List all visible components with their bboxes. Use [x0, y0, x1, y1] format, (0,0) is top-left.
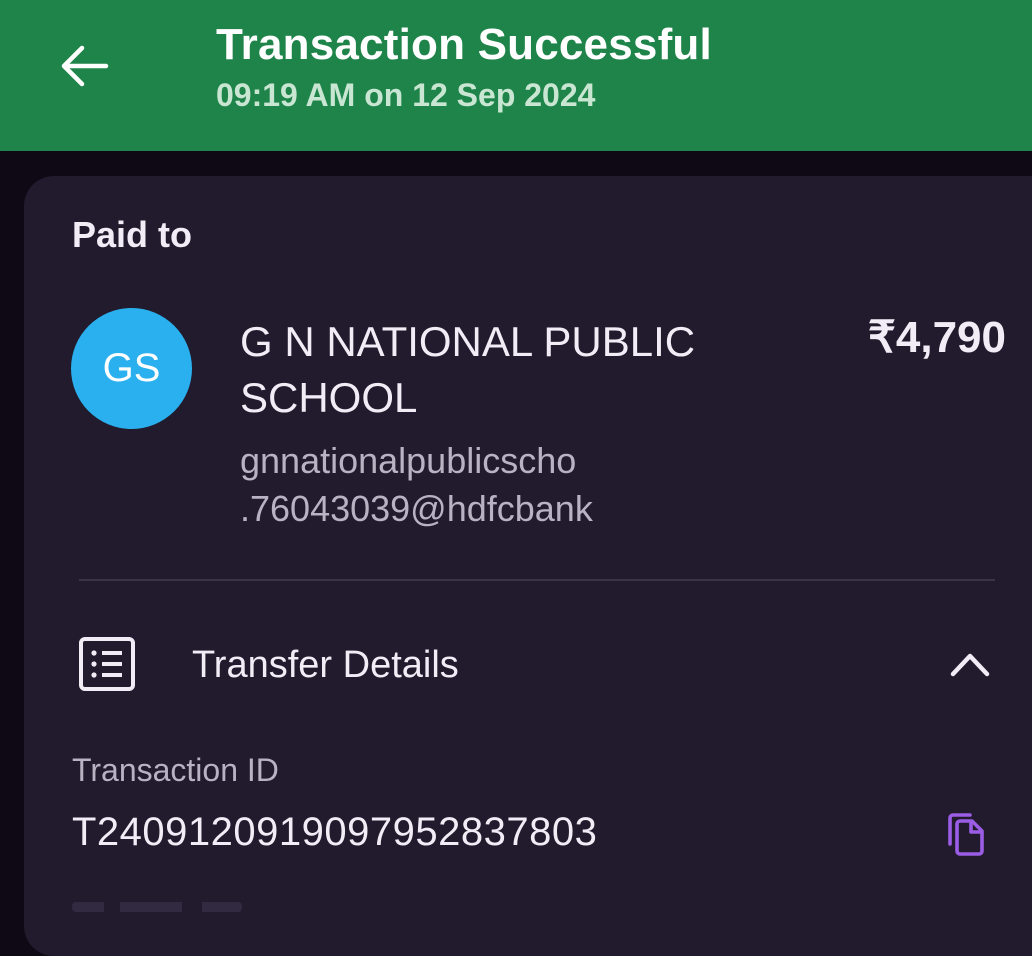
transfer-details-toggle[interactable]: Transfer Details — [24, 610, 1032, 720]
transaction-timestamp: 09:19 AM on 12 Sep 2024 — [216, 77, 596, 113]
divider — [79, 579, 995, 581]
arrow-left-icon — [61, 45, 109, 87]
avatar-initials: GS — [102, 346, 161, 390]
next-field-label-clipped — [72, 896, 272, 912]
transaction-id-value: T2409120919097952837803 — [72, 810, 598, 854]
transaction-id-label: Transaction ID — [72, 752, 279, 788]
back-button[interactable] — [46, 28, 122, 104]
payee-upi-id: gnnationalpublicscho .76043039@hdfcbank — [240, 440, 593, 529]
transfer-details-label: Transfer Details — [192, 644, 459, 686]
payment-amount: ₹4,790 — [867, 313, 1006, 362]
copy-icon — [948, 813, 984, 856]
page-title: Transaction Successful — [216, 20, 712, 69]
paid-to-label: Paid to — [72, 214, 193, 255]
payee-name: G N NATIONAL PUBLIC SCHOOL — [240, 318, 696, 421]
payee-avatar: GS — [71, 308, 192, 429]
chevron-up-icon — [950, 653, 990, 677]
receipt-list-icon — [79, 637, 135, 691]
copy-transaction-id-button[interactable] — [940, 810, 990, 860]
